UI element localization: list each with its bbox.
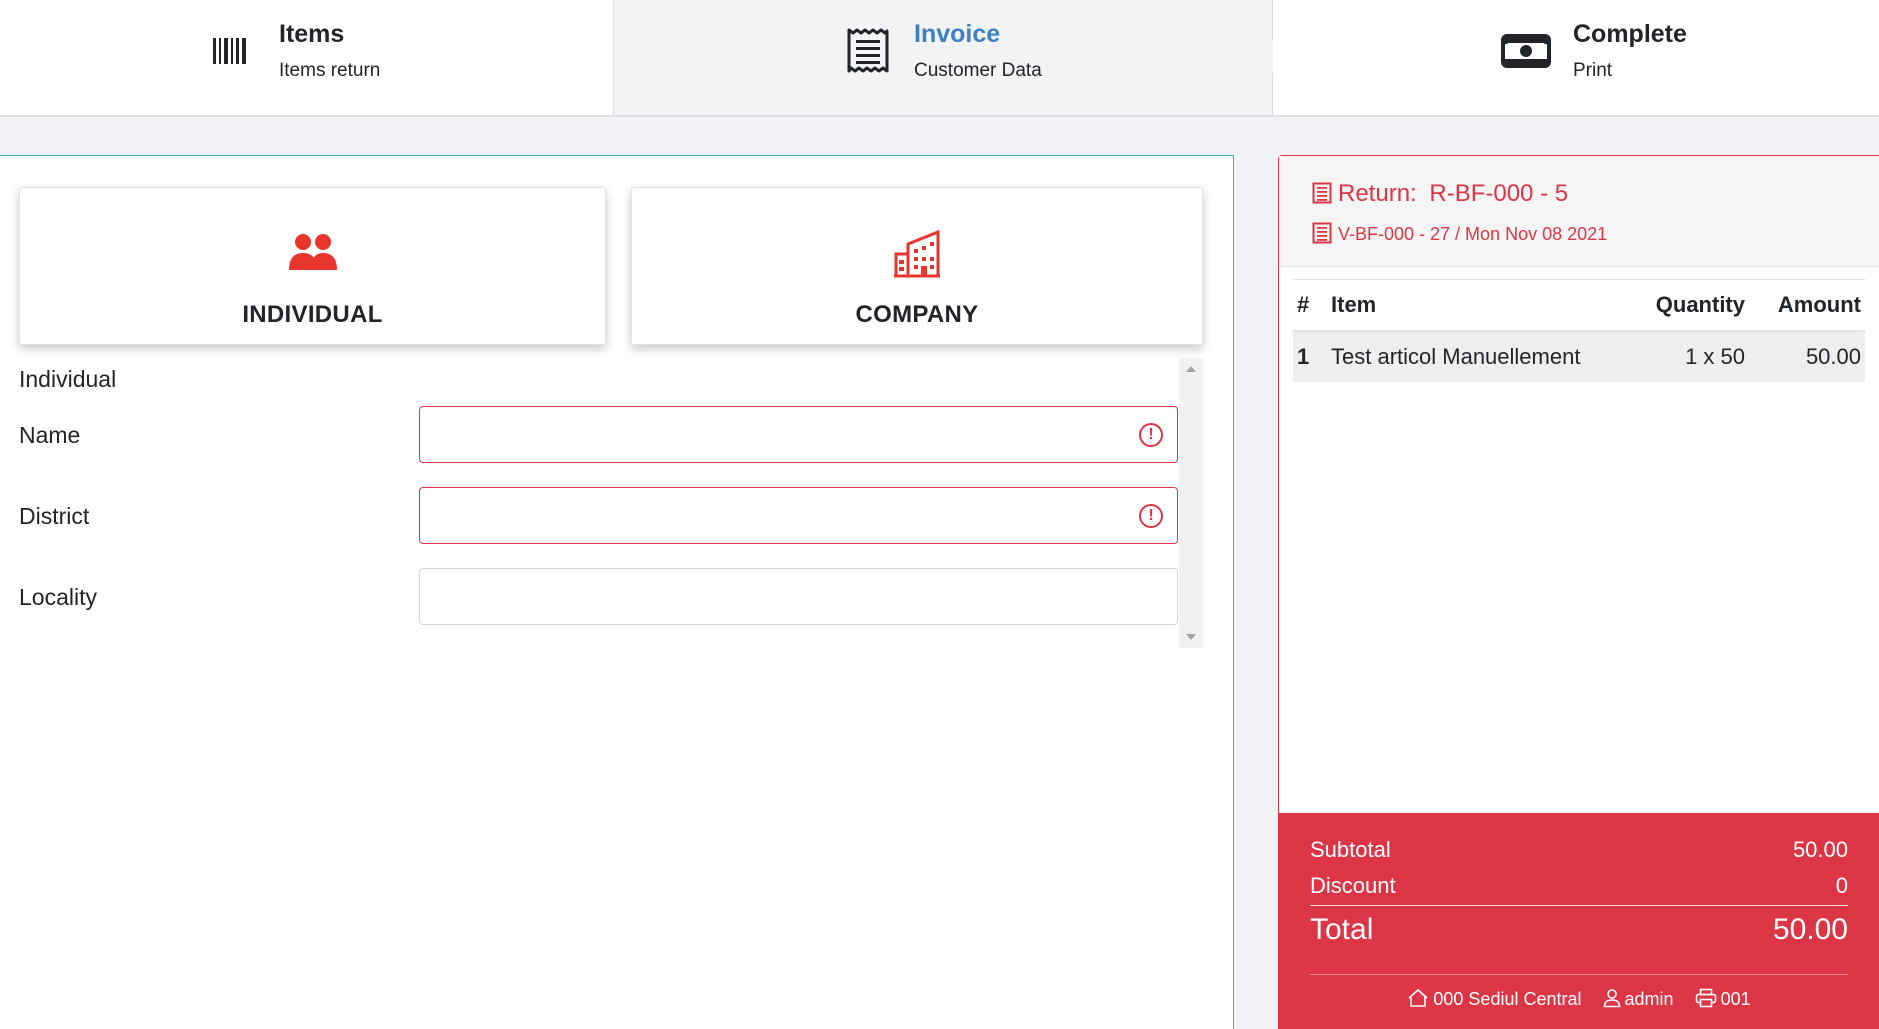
store-name: 000 Sediul Central	[1433, 989, 1582, 1009]
form-scrollbar[interactable]	[1179, 358, 1203, 648]
column-header: Amount	[1749, 279, 1865, 332]
total-label: Total	[1310, 913, 1374, 946]
money-bill-icon	[1501, 30, 1551, 77]
column-header: Quantity	[1629, 279, 1749, 332]
discount-value: 0	[1835, 873, 1848, 898]
step-title: Items	[279, 20, 345, 48]
step-subtitle: Items return	[279, 60, 381, 81]
step-subtitle: Print	[1573, 60, 1613, 81]
row-quantity: 1 x 50	[1629, 330, 1749, 382]
document-icon	[1312, 182, 1332, 211]
individual-type-card[interactable]: INDIVIDUAL	[19, 187, 606, 345]
receipt-panel: Return: R-BF-000 - 5 V-BF-000 - 27 / Mon…	[1278, 155, 1879, 1029]
return-items-table: # Item Quantity Amount 1 Test articol Ma…	[1293, 279, 1865, 382]
name-field[interactable]: !	[419, 406, 1178, 463]
card-label: INDIVIDUAL	[242, 301, 383, 328]
customer-form-panel: INDIVIDUAL COMPANY Individual Name ! Dis…	[0, 155, 1234, 1029]
locality-label: Locality	[19, 584, 97, 610]
user-info: admin	[1603, 988, 1674, 1010]
invoice-reference-line: V-BF-000 - 27 / Mon Nov 08 2021	[1312, 222, 1607, 249]
register-info: 001	[1695, 988, 1751, 1010]
row-item: Test articol Manuellement	[1327, 330, 1629, 382]
totals-divider	[1310, 905, 1848, 906]
district-field[interactable]: !	[419, 487, 1178, 544]
document-icon	[1312, 222, 1332, 249]
error-icon: !	[1139, 423, 1163, 447]
checkout-stepper: Items Items return Invoice Customer Data	[0, 0, 1879, 117]
user-icon	[1603, 989, 1625, 1009]
step-items[interactable]: Items Items return	[0, 0, 614, 115]
step-subtitle: Customer Data	[914, 60, 1042, 81]
subtotal-value: 50.00	[1792, 837, 1848, 862]
step-title: Complete	[1573, 20, 1687, 48]
company-type-card[interactable]: COMPANY	[631, 187, 1203, 345]
card-label: COMPANY	[855, 301, 979, 328]
table-row[interactable]: 1 Test articol Manuellement 1 x 50 50.00	[1293, 330, 1865, 382]
form-section-title: Individual	[19, 366, 117, 392]
return-label: Return:	[1338, 180, 1417, 207]
printer-icon	[1695, 988, 1721, 1009]
return-number-line: Return: R-BF-000 - 5	[1312, 180, 1568, 211]
register-number: 001	[1720, 989, 1751, 1009]
row-amount: 50.00	[1749, 330, 1865, 382]
user-name: admin	[1624, 989, 1674, 1009]
step-title: Invoice	[914, 20, 1001, 48]
home-icon	[1407, 989, 1433, 1009]
scroll-down-arrow[interactable]	[1186, 634, 1196, 640]
table-header-row: # Item Quantity Amount	[1293, 279, 1865, 332]
footer-divider	[1310, 974, 1848, 975]
error-icon: !	[1139, 504, 1163, 528]
subtotal-label: Subtotal	[1310, 837, 1391, 862]
step-complete[interactable]: Complete Print	[1273, 0, 1879, 115]
totals-box: Subtotal 50.00 Discount 0 Total 50.00 00…	[1279, 813, 1879, 1029]
barcode-icon	[213, 36, 247, 71]
users-icon	[288, 232, 338, 277]
district-label: District	[19, 503, 90, 529]
name-label: Name	[19, 422, 81, 448]
row-index: 1	[1293, 330, 1327, 382]
receipt-header: Return: R-BF-000 - 5 V-BF-000 - 27 / Mon…	[1279, 156, 1879, 267]
receipt-footer: 000 Sediul Central admin 001	[1279, 988, 1879, 1010]
invoice-reference: V-BF-000 - 27 / Mon Nov 08 2021	[1338, 224, 1608, 244]
total-value: 50.00	[1772, 913, 1848, 946]
column-header: Item	[1327, 279, 1629, 332]
locality-field[interactable]	[419, 568, 1178, 625]
scroll-up-arrow[interactable]	[1186, 366, 1196, 372]
discount-label: Discount	[1310, 873, 1396, 898]
store-info: 000 Sediul Central	[1407, 988, 1582, 1010]
step-invoice[interactable]: Invoice Customer Data	[614, 0, 1273, 115]
receipt-icon	[845, 27, 891, 80]
building-icon	[893, 229, 941, 283]
column-header: #	[1293, 279, 1327, 332]
return-number: R-BF-000 - 5	[1429, 180, 1569, 207]
